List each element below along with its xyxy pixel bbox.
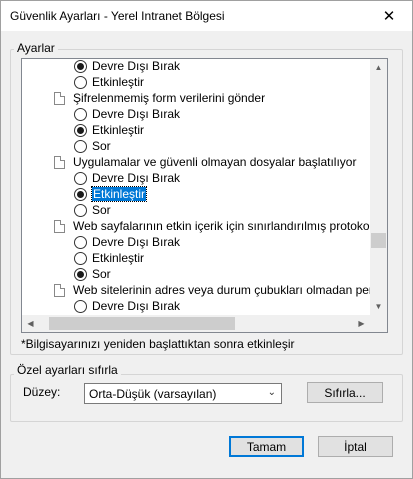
radio-unchecked-icon[interactable] [74,139,87,153]
level-select[interactable]: Orta-Düşük (varsayılan) ⌄ [84,383,282,404]
option-label: Sor [92,267,111,281]
radio-checked-icon[interactable] [74,267,87,281]
radio-unchecked-icon[interactable] [74,203,87,217]
option-label: Sor [92,139,111,153]
option-label: Etkinleştir [92,251,145,265]
option-label: Etkinleştir [92,123,145,137]
ok-button[interactable]: Tamam [229,436,304,457]
scrollbar-corner [370,315,387,332]
radio-unchecked-icon[interactable] [74,107,87,121]
option-label: Devre Dışı Bırak [92,299,181,313]
security-settings-dialog: Güvenlik Ayarları - Yerel Intranet Bölge… [0,0,413,479]
option-label: Etkinleştir [92,75,145,89]
document-icon [54,283,65,297]
close-icon[interactable]: ✕ [366,1,412,31]
restart-note: *Bilgisayarınızı yeniden başlattıktan so… [21,337,295,351]
setting-item: Şifrelenmemiş form verilerini gönder [22,90,367,106]
reset-button[interactable]: Sıfırla... [307,382,383,403]
scroll-up-icon[interactable]: ▲ [370,59,387,76]
title-bar: Güvenlik Ayarları - Yerel Intranet Bölge… [1,1,412,31]
level-select-value: Orta-Düşük (varsayılan) [89,386,217,401]
document-icon [54,155,65,169]
document-icon [54,219,65,233]
radio-checked-icon[interactable] [74,187,87,201]
option-label: Sor [92,203,111,217]
document-icon [54,91,65,105]
option-label: Uygulamalar ve güvenli olmayan dosyalar … [73,155,357,169]
settings-tree[interactable]: Devre Dışı Bırak Etkinleştir Şifrelenmemiş… [21,58,388,333]
scroll-down-icon[interactable]: ▼ [370,298,387,315]
setting-item: Web sitelerinin adres veya durum çubukla… [22,282,387,298]
option-item[interactable]: Devre Dışı Bırak [22,106,367,122]
option-label: Devre Dışı Bırak [92,59,181,73]
option-item[interactable]: Etkinleştir [22,74,367,90]
option-item[interactable]: Etkinleştir [22,122,367,138]
radio-unchecked-icon[interactable] [74,251,87,265]
horizontal-scrollbar[interactable]: ◀ ▶ [22,315,370,332]
option-item[interactable]: Devre Dışı Bırak [22,170,367,186]
window-title: Güvenlik Ayarları - Yerel Intranet Bölge… [10,9,225,23]
setting-item: Web sayfalarının etkin içerik için sınır… [22,218,387,234]
radio-unchecked-icon[interactable] [74,171,87,185]
option-item[interactable]: Devre Dışı Bırak [22,59,367,74]
radio-unchecked-icon[interactable] [74,235,87,249]
level-label: Düzey: [23,385,61,399]
radio-unchecked-icon[interactable] [74,75,87,89]
option-label: Web sayfalarının etkin içerik için sınır… [73,219,388,233]
option-label: Devre Dışı Bırak [92,107,181,121]
custom-settings-legend: Özel ayarları sıfırla [14,363,121,377]
option-item[interactable]: Sor [22,202,367,218]
horizontal-scroll-thumb[interactable] [49,317,235,330]
radio-checked-icon[interactable] [74,123,87,137]
option-item[interactable]: Sor [22,138,367,154]
vertical-scroll-thumb[interactable] [371,233,386,248]
option-item[interactable]: Sor [22,266,367,282]
scroll-right-icon[interactable]: ▶ [353,315,370,332]
cancel-button[interactable]: İptal [318,436,393,457]
radio-checked-icon[interactable] [74,59,87,73]
radio-unchecked-icon[interactable] [74,299,87,313]
vertical-scrollbar[interactable]: ▲ ▼ [370,59,387,315]
option-item[interactable]: Etkinleştir [22,250,367,266]
option-label: Devre Dışı Bırak [92,171,181,185]
option-label: Etkinleştir [90,186,148,202]
option-label: Web sitelerinin adres veya durum çubukla… [73,283,388,297]
option-label: Devre Dışı Bırak [92,235,181,249]
option-item[interactable]: Devre Dışı Bırak [22,234,367,250]
option-item[interactable]: Etkinleştir [22,186,367,202]
option-label: Şifrelenmemiş form verilerini gönder [73,91,266,105]
setting-item: Uygulamalar ve güvenli olmayan dosyalar … [22,154,367,170]
settings-tree-rows: Devre Dışı Bırak Etkinleştir Şifrelenmemiş… [22,59,387,314]
scroll-left-icon[interactable]: ◀ [22,315,39,332]
option-item[interactable]: Devre Dışı Bırak [22,298,367,314]
settings-group-legend: Ayarlar [14,41,58,55]
chevron-down-icon: ⌄ [267,387,276,398]
